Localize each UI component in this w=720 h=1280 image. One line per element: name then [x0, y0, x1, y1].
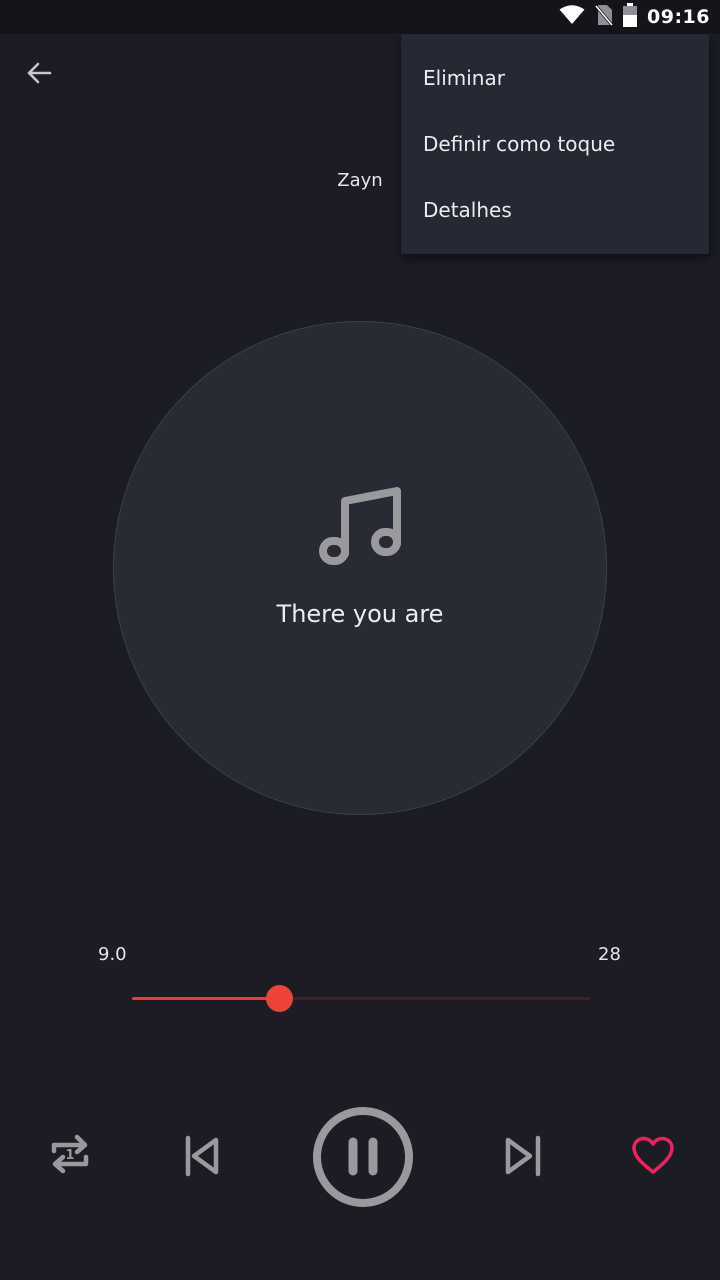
back-button[interactable]: [20, 56, 58, 94]
favorite-button[interactable]: [626, 1132, 680, 1184]
wifi-icon: [559, 5, 585, 29]
song-title: There you are: [276, 600, 444, 628]
skip-next-icon: [504, 1134, 544, 1182]
menu-item-details[interactable]: Detalhes: [401, 177, 709, 243]
pause-icon: [311, 1105, 415, 1213]
seek-bar[interactable]: [132, 985, 590, 1012]
battery-icon: [623, 3, 638, 31]
arrow-left-icon: [25, 59, 53, 91]
status-time: 09:16: [647, 6, 710, 28]
menu-item-set-ringtone[interactable]: Definir como toque: [401, 111, 709, 177]
heart-icon: [631, 1136, 675, 1180]
play-pause-button[interactable]: [311, 1107, 415, 1211]
status-icons: 09:16: [559, 0, 710, 34]
skip-previous-icon: [180, 1134, 220, 1182]
menu-item-delete[interactable]: Eliminar: [401, 45, 709, 111]
svg-text:1: 1: [65, 1148, 74, 1163]
seek-bar-progress: [132, 997, 279, 1000]
no-sim-icon: [594, 4, 614, 30]
music-note-icon: [318, 484, 402, 570]
current-time: 9.0: [98, 944, 127, 965]
repeat-one-button[interactable]: 1: [44, 1130, 96, 1182]
previous-button[interactable]: [174, 1132, 226, 1184]
total-time: 28: [598, 944, 621, 965]
repeat-one-icon: 1: [50, 1133, 90, 1179]
next-button[interactable]: [498, 1132, 550, 1184]
overflow-menu: Eliminar Definir como toque Detalhes: [401, 34, 709, 254]
status-bar: 09:16: [0, 0, 720, 34]
seek-bar-thumb[interactable]: [265, 985, 293, 1012]
